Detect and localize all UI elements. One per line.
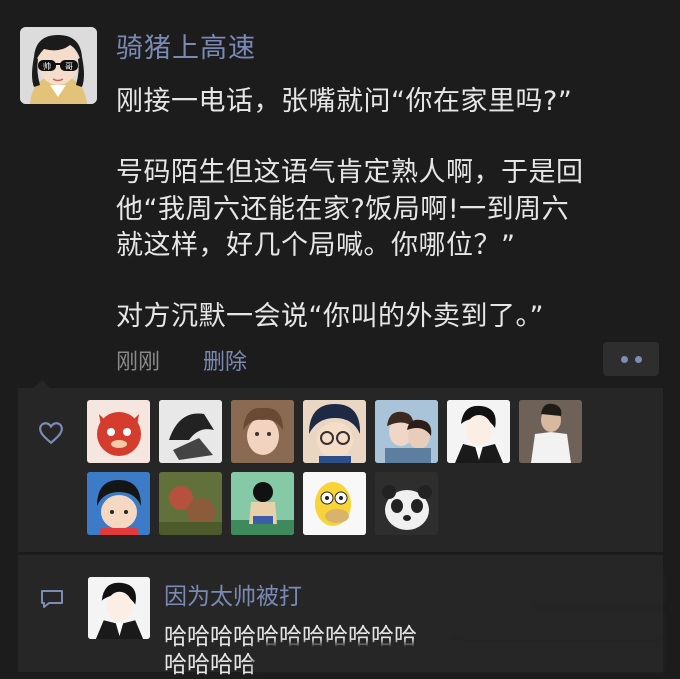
comment-text-line-2: 哈哈哈哈 xyxy=(164,652,256,678)
post-timestamp: 刚刚 xyxy=(116,350,161,375)
author-avatar[interactable]: 帅 哥 xyxy=(20,27,97,104)
liker-avatar[interactable] xyxy=(231,472,294,535)
liker-avatar[interactable] xyxy=(87,472,150,535)
liker-avatar[interactable] xyxy=(87,400,150,463)
liker-avatar[interactable] xyxy=(375,472,438,535)
comments-panel: 因为太帅被打 哈哈哈哈哈哈哈哈哈哈哈 哈哈哈哈 xyxy=(18,555,663,678)
delete-link[interactable]: 删除 xyxy=(203,344,247,376)
post-text-line-5: 对方沉默一会说“你叫的外卖到了。” xyxy=(116,301,544,332)
post-text-line-4: 就这样，好几个局喊。你哪位？” xyxy=(116,230,516,261)
more-actions-button[interactable] xyxy=(603,342,659,376)
liker-avatar[interactable] xyxy=(303,472,366,535)
commenter-name[interactable]: 因为太帅被打 xyxy=(164,577,302,611)
liker-avatar[interactable] xyxy=(447,400,510,463)
blurred-overlay xyxy=(458,613,663,645)
blurred-overlay xyxy=(538,573,663,603)
avatar-badge-left: 帅 xyxy=(43,61,51,71)
liker-avatar[interactable] xyxy=(303,400,366,463)
heart-icon xyxy=(39,422,63,445)
liker-avatar[interactable] xyxy=(519,400,582,463)
likes-panel xyxy=(18,380,663,552)
liker-avatar[interactable] xyxy=(159,472,222,535)
avatar-badge-right: 哥 xyxy=(65,62,73,71)
dot-icon xyxy=(634,355,642,363)
liker-avatar[interactable] xyxy=(231,400,294,463)
liker-avatar[interactable] xyxy=(159,400,222,463)
post-text-line-2: 号码陌生但这语气肯定熟人啊，于是回 xyxy=(116,157,584,188)
author-name[interactable]: 骑猪上高速 xyxy=(116,26,256,65)
liker-avatar[interactable] xyxy=(375,400,438,463)
girl-avatar-illustration: 帅 哥 xyxy=(20,27,97,104)
blurred-overlay xyxy=(254,643,663,672)
post-text-line-1: 刚接一电话，张嘴就问“你在家里吗?” xyxy=(116,86,573,117)
dot-icon xyxy=(620,355,628,363)
post-text-line-3: 他“我周六还能在家?饭局啊!一到周六 xyxy=(116,194,570,225)
comment-icon xyxy=(41,590,63,608)
commenter-avatar[interactable] xyxy=(88,577,150,639)
